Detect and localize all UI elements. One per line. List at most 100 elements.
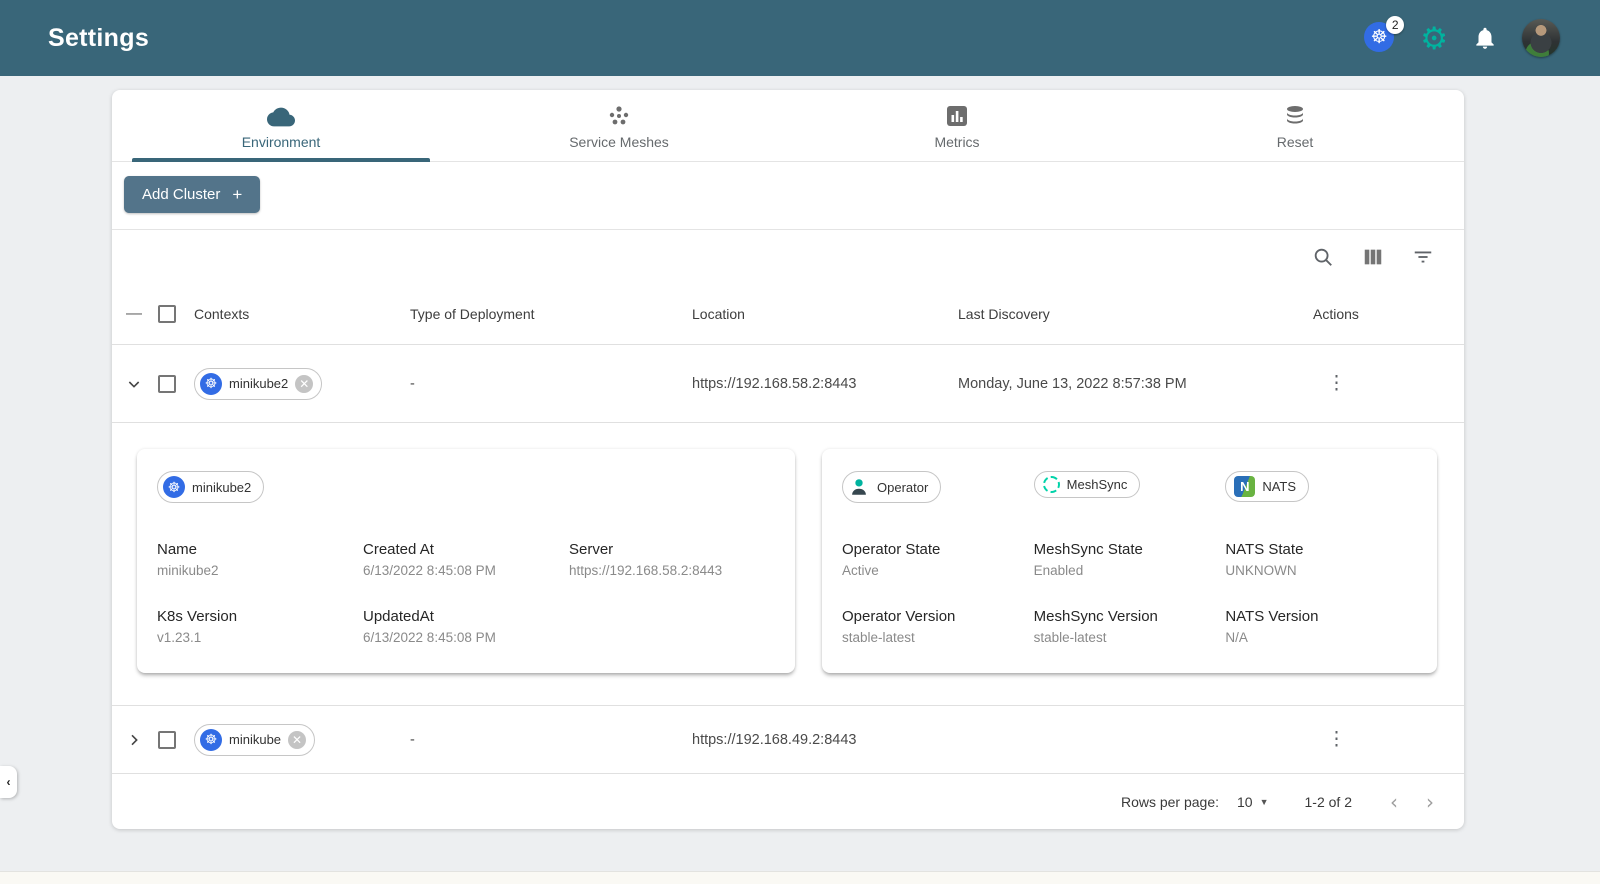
field-server: Server https://192.168.58.2:8443 — [569, 541, 775, 578]
field-label: Name — [157, 541, 198, 558]
rows-per-page-label: Rows per page: — [1120, 793, 1220, 810]
cell-location: https://192.168.58.2:8443 — [692, 375, 857, 392]
field-label: NATS State — [1225, 541, 1304, 558]
meshsync-icon — [1042, 476, 1060, 493]
view-columns-icon[interactable] — [1362, 246, 1384, 268]
bar-chart-icon — [945, 102, 969, 128]
tab-reset[interactable]: Reset — [1126, 90, 1464, 161]
chip-label: minikube — [229, 732, 282, 747]
settings-card: Environment Service Meshes Metrics Reset… — [112, 90, 1464, 829]
chevron-down-icon: ▼ — [1259, 796, 1269, 807]
field-label: MeshSync State — [1033, 541, 1143, 558]
field-nats-state: NATS State UNKNOWN — [1225, 541, 1417, 578]
tab-environment[interactable]: Environment — [112, 90, 450, 162]
header-icons: ☸ 2 ⚙ — [1364, 16, 1560, 57]
bottom-strip — [0, 871, 1600, 884]
user-avatar[interactable] — [1522, 19, 1560, 57]
field-label: K8s Version — [157, 608, 238, 625]
components-card: Operator MeshSync N NATS Operator State … — [822, 449, 1437, 673]
next-page-icon[interactable]: › — [1426, 792, 1434, 812]
row-checkbox[interactable] — [158, 374, 176, 393]
tab-metrics[interactable]: Metrics — [788, 90, 1126, 161]
table-header-row: — Contexts Type of Deployment Location L… — [112, 284, 1464, 344]
row-actions-menu-icon[interactable]: ⋮ — [1327, 728, 1444, 751]
table-row: ☸ minikube ✕ - https://192.168.49.2:8443… — [112, 705, 1464, 773]
remove-context-icon[interactable]: ✕ — [288, 730, 307, 749]
bell-icon[interactable] — [1472, 25, 1498, 51]
field-operator-state: Operator State Active — [842, 541, 1034, 578]
field-value: minikube2 — [157, 563, 219, 578]
field-nats-version: NATS Version N/A — [1225, 608, 1417, 645]
kubernetes-contexts-button[interactable]: ☸ 2 — [1364, 16, 1405, 54]
chip-label: Operator — [877, 479, 929, 495]
table-pagination: Rows per page: 10 ▼ 1-2 of 2 ‹ › — [112, 773, 1464, 829]
table-toolbar — [112, 230, 1464, 284]
context-count-badge: 2 — [1386, 16, 1405, 34]
expand-row-chevron-icon[interactable] — [118, 732, 150, 748]
tab-label: Metrics — [934, 133, 980, 150]
field-name: Name minikube2 — [157, 541, 363, 578]
field-value: stable-latest — [842, 630, 915, 645]
active-tab-indicator — [132, 158, 430, 162]
field-value: https://192.168.58.2:8443 — [569, 563, 723, 578]
cell-type: - — [410, 375, 415, 392]
field-value: Enabled — [1033, 563, 1084, 578]
field-value: UNKNOWN — [1225, 563, 1297, 578]
mesh-icon — [606, 102, 632, 128]
cluster-info-card: ☸ minikube2 Name minikube2 Created At 6/… — [137, 449, 795, 673]
rows-per-page-select[interactable]: 10 ▼ — [1237, 794, 1269, 810]
field-meshsync-state: MeshSync State Enabled — [1034, 541, 1226, 578]
field-value: N/A — [1225, 630, 1248, 645]
kubernetes-icon: ☸ — [200, 728, 222, 751]
field-value: 6/13/2022 8:45:08 PM — [363, 630, 496, 645]
collapse-row-chevron-icon[interactable] — [118, 376, 150, 392]
remove-context-icon[interactable]: ✕ — [295, 374, 314, 393]
nats-chip[interactable]: N NATS — [1225, 471, 1310, 502]
field-value: 6/13/2022 8:45:08 PM — [363, 563, 496, 578]
row-actions-menu-icon[interactable]: ⋮ — [1327, 372, 1444, 395]
chip-label: minikube2 — [229, 376, 289, 391]
settings-tabs: Environment Service Meshes Metrics Reset — [112, 90, 1464, 162]
field-label: Operator State — [842, 541, 941, 558]
gear-icon[interactable]: ⚙ — [1420, 23, 1448, 54]
search-icon[interactable] — [1312, 246, 1334, 268]
field-created-at: Created At 6/13/2022 8:45:08 PM — [363, 541, 569, 578]
add-cluster-button[interactable]: Add Cluster + — [124, 176, 261, 213]
column-header-location: Location — [692, 306, 745, 322]
context-chip-minikube2[interactable]: ☸ minikube2 ✕ — [194, 367, 323, 400]
field-label: Server — [569, 541, 614, 558]
kubernetes-icon: ☸ — [200, 372, 222, 395]
pagination-range: 1-2 of 2 — [1304, 793, 1352, 810]
database-icon — [1283, 102, 1307, 128]
collapse-sidebar-button[interactable]: ‹ — [0, 766, 17, 798]
tab-service-meshes[interactable]: Service Meshes — [450, 90, 788, 161]
context-chip-minikube[interactable]: ☸ minikube ✕ — [194, 723, 316, 756]
field-operator-version: Operator Version stable-latest — [842, 608, 1034, 645]
cluster-chip[interactable]: ☸ minikube2 — [157, 471, 265, 503]
select-all-checkbox[interactable] — [158, 305, 176, 323]
cell-last-discovery: Monday, June 13, 2022 8:57:38 PM — [958, 375, 1187, 392]
chip-label: MeshSync — [1066, 477, 1128, 492]
collapse-all-icon[interactable]: — — [118, 305, 150, 323]
row-checkbox[interactable] — [158, 730, 176, 749]
app-header: Settings ☸ 2 ⚙ — [0, 0, 1600, 76]
previous-page-icon[interactable]: ‹ — [1390, 792, 1398, 812]
column-header-type: Type of Deployment — [410, 306, 535, 322]
field-label: UpdatedAt — [363, 608, 434, 625]
kubernetes-icon: ☸ — [163, 476, 185, 498]
column-header-actions: Actions — [1313, 306, 1359, 322]
field-k8s-version: K8s Version v1.23.1 — [157, 608, 363, 645]
cluster-details-panel: ☸ minikube2 Name minikube2 Created At 6/… — [112, 422, 1464, 705]
meshsync-chip[interactable]: MeshSync — [1033, 471, 1141, 498]
field-label: Operator Version — [842, 608, 956, 625]
column-header-contexts: Contexts — [194, 306, 250, 322]
filter-icon[interactable] — [1412, 246, 1434, 268]
page-title: Settings — [48, 23, 150, 52]
field-updated-at: UpdatedAt 6/13/2022 8:45:08 PM — [363, 608, 569, 645]
cloud-icon — [267, 102, 295, 128]
field-label: Created At — [363, 541, 434, 558]
column-header-last-discovery: Last Discovery — [958, 306, 1050, 322]
chip-label: minikube2 — [192, 479, 252, 495]
field-label: MeshSync Version — [1033, 608, 1158, 625]
operator-chip[interactable]: Operator — [842, 471, 942, 503]
